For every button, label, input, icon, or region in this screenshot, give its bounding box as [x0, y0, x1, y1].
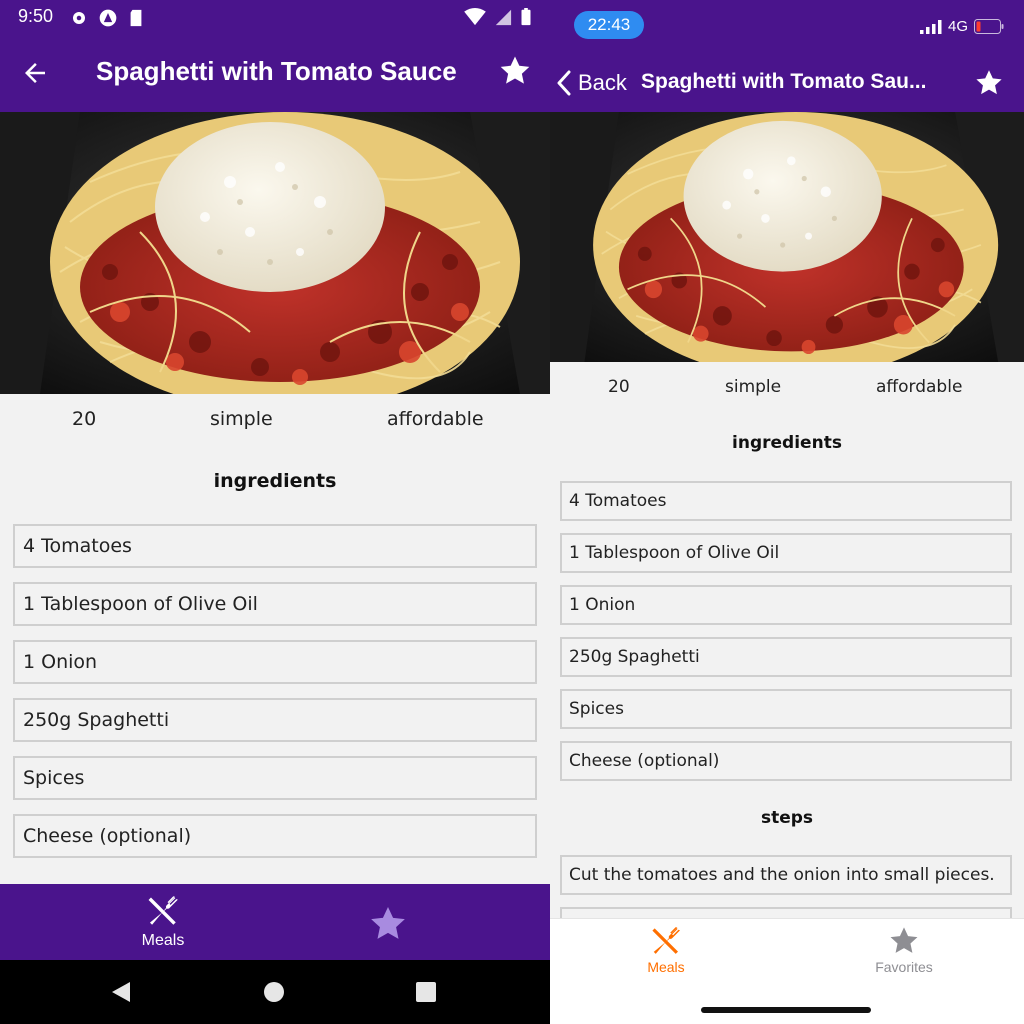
android-nav-bar	[0, 960, 550, 1024]
ios-screen: 22:43 4G Back Spaghetti with Tomato Sau.…	[550, 0, 1024, 1024]
tab-meals[interactable]: Meals	[611, 923, 721, 975]
utensils-icon	[650, 925, 682, 957]
meal-affordability: affordable	[876, 377, 963, 397]
meal-image	[0, 112, 550, 394]
meal-duration: 20	[72, 408, 97, 430]
ios-tab-bar: Meals Favorites	[550, 918, 1024, 1024]
ingredient-item: 1 Onion	[560, 585, 1012, 625]
wifi-icon	[464, 8, 486, 26]
meal-image	[550, 112, 1024, 362]
back-label: Back	[578, 70, 627, 95]
back-button[interactable]: Back	[556, 70, 627, 96]
ios-header: 22:43 4G Back Spaghetti with Tomato Sau.…	[550, 0, 1024, 112]
ingredient-item: 1 Tablespoon of Olive Oil	[13, 582, 537, 626]
ingredient-item: 4 Tomatoes	[13, 524, 537, 568]
ingredients-list: 4 Tomatoes 1 Tablespoon of Olive Oil 1 O…	[560, 481, 1012, 793]
ingredient-item: Spices	[560, 689, 1012, 729]
favorite-star-icon[interactable]	[974, 68, 1004, 98]
battery-icon	[521, 8, 531, 26]
meal-duration: 20	[608, 377, 630, 397]
tab-favorites-star-icon[interactable]	[368, 904, 408, 944]
ingredient-item: Spices	[13, 756, 537, 800]
ingredients-list: 4 Tomatoes 1 Tablespoon of Olive Oil 1 O…	[13, 524, 537, 872]
status-time: 9:50	[18, 6, 54, 26]
home-indicator[interactable]	[701, 1007, 871, 1013]
meal-complexity: simple	[210, 408, 273, 430]
cellular-signal-icon	[919, 19, 942, 34]
sd-card-icon	[130, 9, 142, 27]
settings-gear-icon	[73, 12, 85, 24]
favorite-star-icon[interactable]	[498, 54, 532, 88]
nav-home-circle-icon[interactable]	[264, 982, 284, 1002]
tab-meals[interactable]: Meals	[120, 894, 206, 950]
app-notification-icon	[99, 9, 117, 27]
battery-low-icon	[974, 19, 1004, 34]
step-item: Cut the tomatoes and the onion into smal…	[560, 855, 1012, 895]
arrow-left-icon[interactable]	[20, 58, 50, 88]
ingredients-heading: ingredients	[213, 470, 337, 492]
star-icon	[888, 925, 920, 957]
tab-meals-label: Meals	[141, 932, 185, 949]
ingredient-item: 1 Tablespoon of Olive Oil	[560, 533, 1012, 573]
ingredient-item: 4 Tomatoes	[560, 481, 1012, 521]
utensils-icon	[146, 894, 180, 928]
nav-recents-square-icon[interactable]	[416, 982, 436, 1002]
android-app-bar: Spaghetti with Tomato Sauce	[0, 34, 550, 112]
network-label: 4G	[947, 18, 968, 35]
meal-complexity: simple	[725, 377, 782, 397]
page-title: Spaghetti with Tomato Sau...	[641, 70, 927, 93]
ingredient-item: 250g Spaghetti	[560, 637, 1012, 677]
steps-heading: steps	[760, 808, 814, 828]
meal-affordability: affordable	[387, 408, 484, 430]
ingredient-item: 1 Onion	[13, 640, 537, 684]
page-title: Spaghetti with Tomato Sauce	[96, 56, 457, 86]
tab-favorites[interactable]: Favorites	[849, 923, 959, 975]
ingredient-item: Cheese (optional)	[560, 741, 1012, 781]
ingredient-item: 250g Spaghetti	[13, 698, 537, 742]
android-status-bar: 9:50	[0, 0, 550, 34]
tab-favorites-label: Favorites	[875, 959, 933, 975]
tab-meals-label: Meals	[647, 959, 685, 975]
status-time-pill: 22:43	[574, 11, 644, 39]
android-tab-bar: Meals	[0, 884, 550, 960]
android-screen: 9:50 Spaghetti with Tomato Sauce 20 simp…	[0, 0, 550, 1024]
signal-icon	[495, 9, 512, 26]
nav-back-triangle-icon[interactable]	[110, 980, 132, 1004]
ingredients-heading: ingredients	[732, 433, 842, 453]
chevron-left-icon	[557, 70, 571, 96]
ingredient-item: Cheese (optional)	[13, 814, 537, 858]
